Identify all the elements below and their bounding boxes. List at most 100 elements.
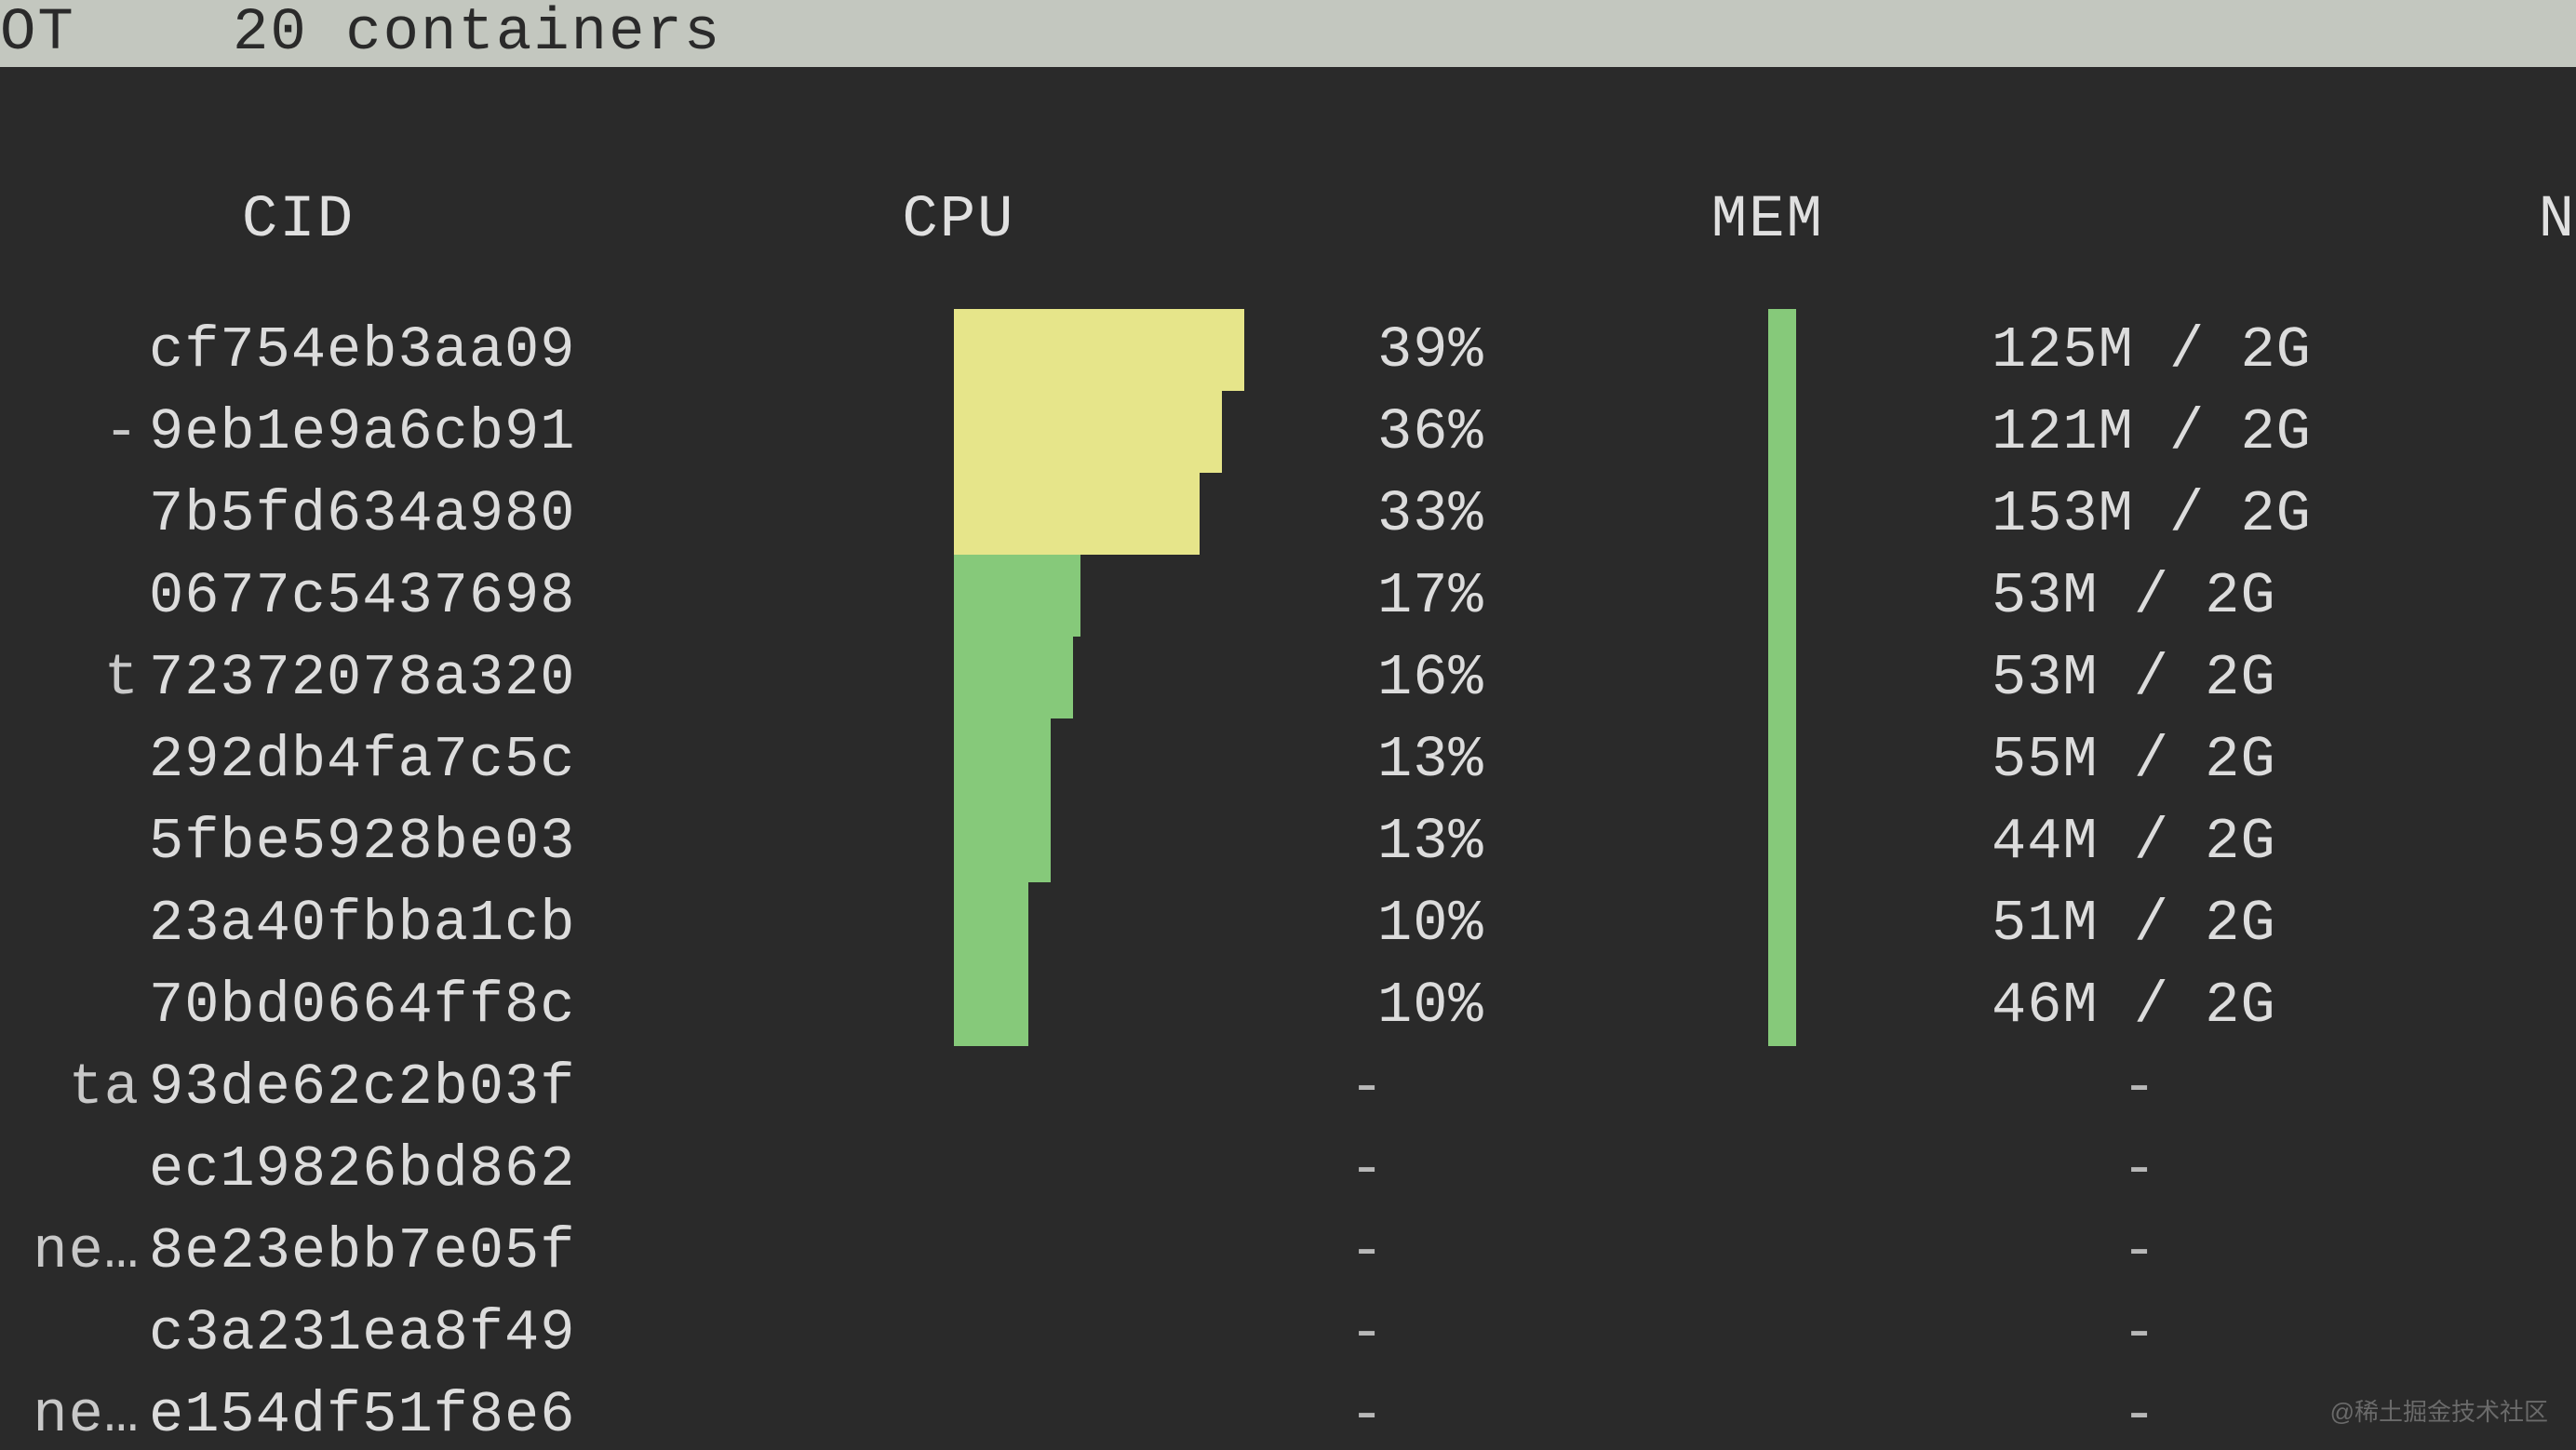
cpu-value: - bbox=[903, 1054, 1385, 1121]
mem-value: 44M / 2G bbox=[1871, 809, 2276, 875]
mem-bar-track bbox=[1768, 800, 1843, 882]
mem-cell: 125M / 2G bbox=[1712, 309, 2522, 391]
row-name-fragment: ta bbox=[0, 1054, 149, 1121]
mem-cell: 153M / 2G bbox=[1712, 473, 2522, 555]
container-rows: cf754eb3aa0939%125M / 2G-9eb1e9a6cb9136%… bbox=[0, 272, 2576, 1450]
cpu-value: 36% bbox=[1377, 399, 1508, 465]
mem-value: - bbox=[1712, 1218, 2157, 1284]
container-id: 93de62c2b03f bbox=[149, 1054, 903, 1121]
table-row[interactable]: 23a40fbba1cb 10% 51M / 2G bbox=[0, 882, 2576, 964]
mem-bar bbox=[1768, 637, 1796, 718]
table-row[interactable]: ne…e154df51f8e6-- bbox=[0, 1374, 2576, 1450]
mem-cell: - bbox=[1712, 1054, 2522, 1121]
mem-bar bbox=[1768, 882, 1796, 964]
cpu-bar bbox=[954, 800, 1051, 882]
cpu-bar-track bbox=[954, 718, 1354, 800]
cpu-cell: - bbox=[903, 1382, 1712, 1448]
cpu-bar-track bbox=[954, 391, 1354, 473]
mem-bar-track bbox=[1768, 309, 1843, 391]
mem-cell: 53M / 2G bbox=[1712, 555, 2522, 637]
cpu-value: 39% bbox=[1377, 317, 1508, 383]
container-id: 0677c5437698 bbox=[149, 563, 903, 629]
row-name-fragment: t bbox=[0, 645, 149, 711]
container-id: cf754eb3aa09 bbox=[149, 317, 903, 383]
col-next-header[interactable]: N bbox=[2520, 187, 2576, 254]
cpu-value: - bbox=[903, 1300, 1385, 1366]
cpu-bar bbox=[954, 473, 1200, 555]
mem-value: 153M / 2G bbox=[1871, 481, 2312, 547]
col-cpu-header[interactable]: CPU bbox=[902, 187, 1711, 254]
mem-cell: 44M / 2G bbox=[1712, 800, 2522, 882]
watermark: @稀土掘金技术社区 bbox=[2330, 1393, 2548, 1428]
cpu-value: 13% bbox=[1377, 809, 1508, 875]
cpu-bar bbox=[954, 309, 1244, 391]
mem-bar-track bbox=[1768, 391, 1843, 473]
mem-bar bbox=[1768, 800, 1796, 882]
cpu-cell: - bbox=[903, 1218, 1712, 1284]
mem-value: 53M / 2G bbox=[1871, 645, 2276, 711]
mem-value: 121M / 2G bbox=[1871, 399, 2312, 465]
table-row[interactable]: 70bd0664ff8c10%46M / 2G bbox=[0, 964, 2576, 1046]
row-name-fragment: - bbox=[0, 399, 149, 465]
container-id: 72372078a320 bbox=[149, 645, 903, 711]
cpu-cell: 10% bbox=[903, 964, 1712, 1046]
table-row[interactable]: 7b5fd634a98033%153M / 2G bbox=[0, 473, 2576, 555]
mem-bar-track bbox=[1768, 637, 1843, 718]
mem-cell: 121M / 2G bbox=[1712, 391, 2522, 473]
container-id: 292db4fa7c5c bbox=[149, 727, 903, 793]
cpu-value: 10% bbox=[1377, 891, 1508, 957]
cpu-value: - bbox=[903, 1218, 1385, 1284]
mem-bar bbox=[1768, 964, 1796, 1046]
mem-value: - bbox=[1712, 1382, 2157, 1448]
cpu-bar-track bbox=[954, 309, 1354, 391]
mem-cell: 55M / 2G bbox=[1712, 718, 2522, 800]
table-row[interactable]: 0677c5437698 17% 53M / 2G bbox=[0, 555, 2576, 637]
cpu-bar bbox=[954, 555, 1080, 637]
container-id: 7b5fd634a980 bbox=[149, 481, 903, 547]
table-row[interactable]: 292db4fa7c5c13%55M / 2G bbox=[0, 718, 2576, 800]
container-id: 5fbe5928be03 bbox=[149, 809, 903, 875]
cpu-cell: 17% bbox=[903, 555, 1712, 637]
cpu-bar-track bbox=[954, 555, 1354, 637]
cpu-cell: 36% bbox=[903, 391, 1712, 473]
cpu-bar-track bbox=[954, 637, 1354, 718]
mem-value: 125M / 2G bbox=[1871, 317, 2312, 383]
mem-bar bbox=[1768, 718, 1796, 800]
mem-value: - bbox=[1712, 1054, 2157, 1121]
mem-bar bbox=[1768, 309, 1796, 391]
cpu-cell: - bbox=[903, 1300, 1712, 1366]
mem-value: 51M / 2G bbox=[1871, 891, 2276, 957]
container-id: 23a40fbba1cb bbox=[149, 891, 903, 957]
mem-cell: 51M / 2G bbox=[1712, 882, 2522, 964]
table-row[interactable]: ec19826bd862-- bbox=[0, 1128, 2576, 1210]
table-row[interactable]: -9eb1e9a6cb91 36% 121M / 2G bbox=[0, 391, 2576, 473]
status-bar: OT 20 containers bbox=[0, 0, 2576, 67]
table-row[interactable]: t72372078a320 16% 53M / 2G bbox=[0, 637, 2576, 718]
table-row[interactable]: c3a231ea8f49-- bbox=[0, 1292, 2576, 1374]
cpu-bar bbox=[954, 882, 1028, 964]
table-row[interactable]: 5fbe5928be03 13% 44M / 2G bbox=[0, 800, 2576, 882]
container-id: 70bd0664ff8c bbox=[149, 973, 903, 1039]
table-row[interactable]: cf754eb3aa09 39% 125M / 2G bbox=[0, 309, 2576, 391]
table-row[interactable]: ta93de62c2b03f-- bbox=[0, 1046, 2576, 1128]
cpu-cell: 10% bbox=[903, 882, 1712, 964]
cpu-bar bbox=[954, 637, 1073, 718]
container-id: c3a231ea8f49 bbox=[149, 1300, 903, 1366]
cpu-value: 16% bbox=[1377, 645, 1508, 711]
table-row[interactable]: ne…8e23ebb7e05f-- bbox=[0, 1210, 2576, 1292]
cpu-value: 17% bbox=[1377, 563, 1508, 629]
mem-cell: 53M / 2G bbox=[1712, 637, 2522, 718]
cpu-cell: 13% bbox=[903, 800, 1712, 882]
cpu-bar bbox=[954, 964, 1028, 1046]
col-cid-header[interactable]: CID bbox=[149, 187, 902, 254]
cpu-bar-track bbox=[954, 800, 1354, 882]
mem-bar-track bbox=[1768, 964, 1843, 1046]
cpu-bar-track bbox=[954, 473, 1354, 555]
cpu-cell: - bbox=[903, 1054, 1712, 1121]
container-id: 9eb1e9a6cb91 bbox=[149, 399, 903, 465]
mem-bar bbox=[1768, 473, 1796, 555]
mem-bar bbox=[1768, 391, 1796, 473]
col-mem-header[interactable]: MEM bbox=[1711, 187, 2520, 254]
mem-value: 53M / 2G bbox=[1871, 563, 2276, 629]
mem-cell: 46M / 2G bbox=[1712, 964, 2522, 1046]
